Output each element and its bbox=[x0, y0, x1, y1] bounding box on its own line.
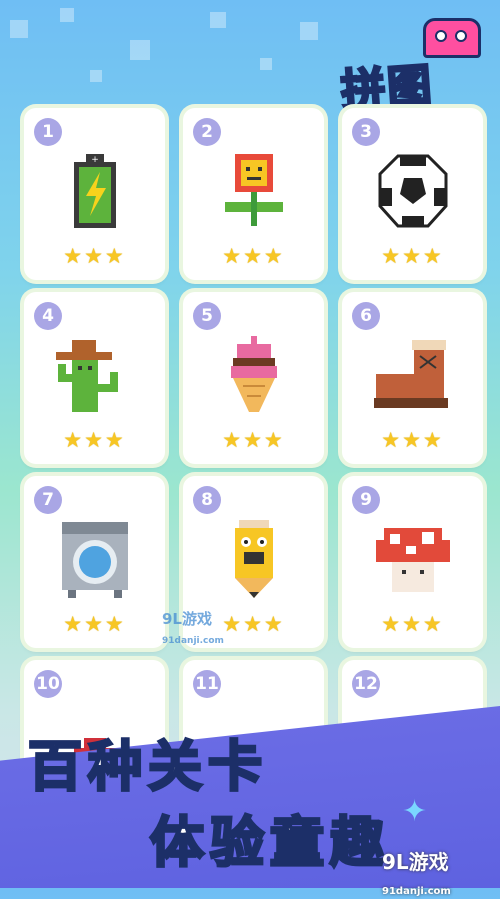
star-rating: ★★★ bbox=[381, 428, 444, 452]
bg-pixel bbox=[60, 8, 74, 22]
game-logo: 拼图 bbox=[335, 18, 485, 119]
level-number: 9 bbox=[352, 486, 380, 514]
level-card-4[interactable]: 4 ★★★ bbox=[24, 292, 165, 464]
star-rating: ★★★ bbox=[63, 428, 126, 452]
bg-pixel bbox=[300, 22, 318, 40]
pencil-icon bbox=[235, 520, 273, 598]
star-rating: ★★★ bbox=[381, 244, 444, 268]
bg-pixel bbox=[260, 58, 272, 70]
bg-pixel bbox=[210, 12, 226, 28]
level-number: 2 bbox=[193, 118, 221, 146]
ice-cream-icon bbox=[231, 336, 277, 412]
level-number: 8 bbox=[193, 486, 221, 514]
mushroom-icon bbox=[376, 528, 450, 592]
cactus-icon bbox=[56, 340, 118, 412]
level-card-1[interactable]: 1 + ★★★ bbox=[24, 108, 165, 280]
level-card-5[interactable]: 5 ★★★ bbox=[183, 292, 324, 464]
watermark-corner: 9L游戏 91danji.com bbox=[382, 846, 451, 899]
level-number: 7 bbox=[34, 486, 62, 514]
sparkle-icon: ✦ bbox=[402, 794, 428, 829]
level-number: 3 bbox=[352, 118, 380, 146]
level-number: 12 bbox=[352, 670, 380, 698]
washing-machine-icon bbox=[62, 522, 128, 598]
svg-text:+: + bbox=[91, 155, 99, 165]
watermark-center-text: 9L游戏 bbox=[162, 610, 212, 628]
level-number: 6 bbox=[352, 302, 380, 330]
level-number: 4 bbox=[34, 302, 62, 330]
star-rating: ★★★ bbox=[222, 244, 285, 268]
star-rating: ★★★ bbox=[63, 244, 126, 268]
level-card-6[interactable]: 6 ★★★ bbox=[342, 292, 483, 464]
star-rating: ★★★ bbox=[381, 612, 444, 636]
soccer-ball-icon bbox=[378, 154, 448, 228]
battery-icon: + bbox=[74, 154, 116, 228]
flower-icon bbox=[225, 154, 283, 226]
level-number: 1 bbox=[34, 118, 62, 146]
level-number: 10 bbox=[34, 670, 62, 698]
watermark-center-url: 91danji.com bbox=[162, 636, 224, 646]
bg-pixel bbox=[10, 20, 28, 38]
level-card-7[interactable]: 7 ★★★ bbox=[24, 476, 165, 648]
watermark-center: 9L游戏 91danji.com bbox=[162, 608, 224, 647]
level-card-9[interactable]: 9 ★★★ bbox=[342, 476, 483, 648]
bg-pixel bbox=[90, 70, 102, 82]
banner-line-2: 体验童趣 bbox=[149, 810, 390, 876]
star-rating: ★★★ bbox=[63, 612, 126, 636]
boot-icon bbox=[374, 340, 448, 408]
octopus-mascot-icon bbox=[423, 18, 481, 58]
watermark-corner-text: 9L游戏 bbox=[382, 850, 449, 874]
level-number: 5 bbox=[193, 302, 221, 330]
star-rating: ★★★ bbox=[222, 428, 285, 452]
level-card-3[interactable]: 3 ★★★ bbox=[342, 108, 483, 280]
level-card-2[interactable]: 2 ★★★ bbox=[183, 108, 324, 280]
bg-pixel bbox=[130, 40, 150, 60]
level-number: 11 bbox=[193, 670, 221, 698]
banner-line-1: 百种关卡 bbox=[27, 734, 268, 800]
